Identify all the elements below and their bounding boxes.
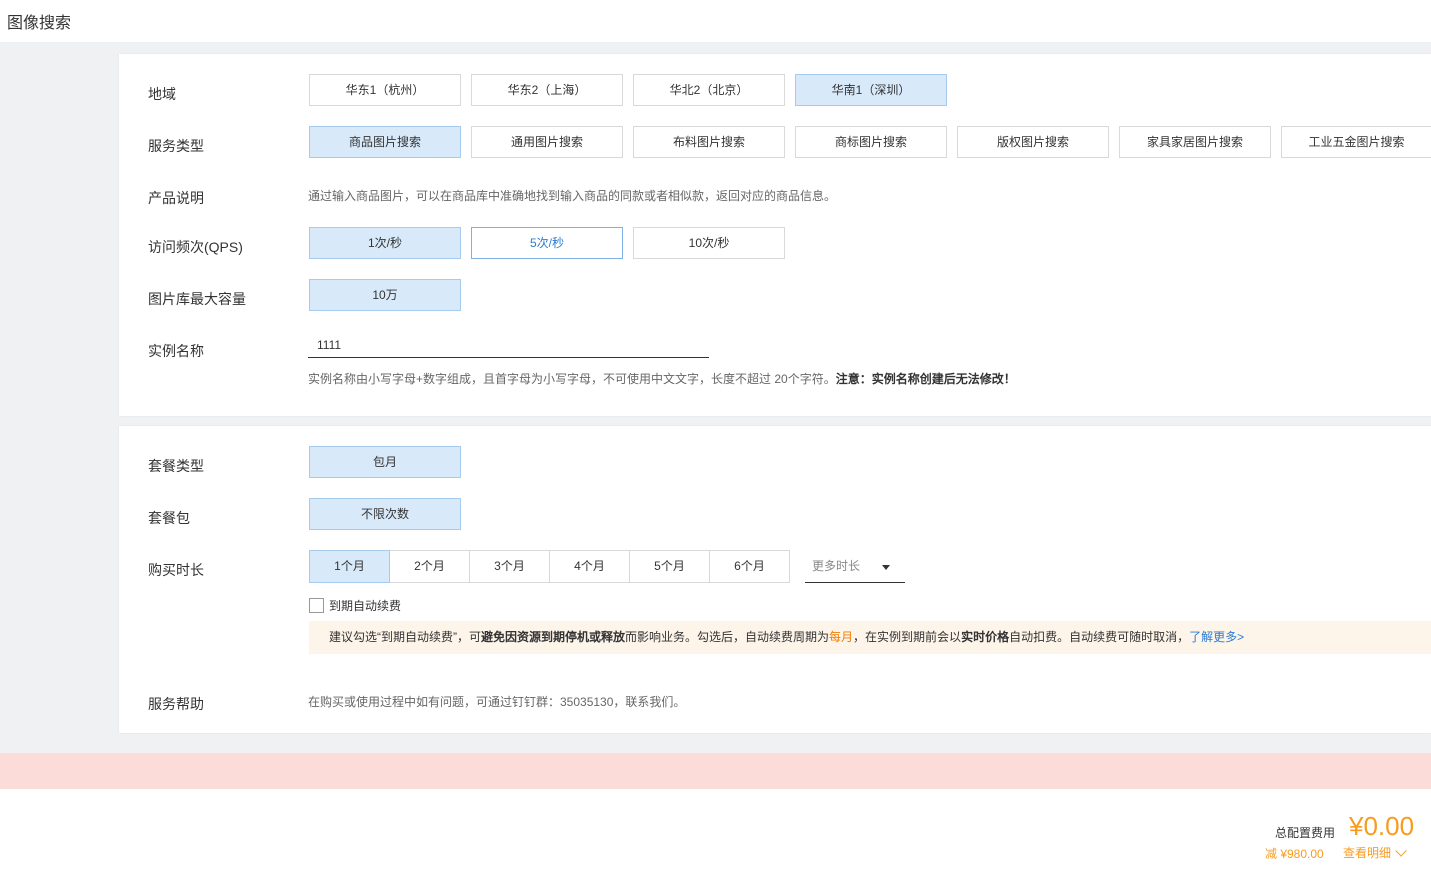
help-text: 在购买或使用过程中如有问题，可通过钉钉群：35035130，联系我们。 (308, 695, 686, 709)
more-duration-placeholder: 更多时长 (812, 559, 861, 573)
top-bar: 图像搜索 (0, 0, 1431, 42)
auto-renew-notice: 建议勾选“到期自动续费”，可避免因资源到期停机或释放而影响业务。勾选后，自动续费… (309, 621, 1431, 654)
duration-option-2m[interactable]: 2个月 (389, 550, 470, 583)
package-option-unlimited[interactable]: 不限次数 (309, 498, 461, 530)
capacity-label: 图片库最大容量 (148, 291, 246, 307)
price-footer: 总配置费用 ¥0.00 减 ¥980.00 查看明细 (0, 789, 1431, 872)
auto-renew-row[interactable]: 到期自动续费 (309, 597, 401, 614)
instance-name-hint-warning: 注意：实例名称创建后无法修改！ (835, 372, 1016, 386)
region-label: 地域 (148, 86, 176, 102)
notice-bold-2: 实时价格 (961, 630, 1010, 644)
duration-option-6m[interactable]: 6个月 (709, 550, 790, 583)
help-label: 服务帮助 (148, 696, 204, 712)
notice-text-1: 建议勾选“到期自动续费”，可 (329, 630, 481, 644)
notice-period: 每月 (829, 630, 854, 644)
view-details-label: 查看明细 (1343, 846, 1392, 860)
notice-text-4: 自动扣费。自动续费可随时取消， (1009, 630, 1190, 644)
product-desc-text: 通过输入商品图片，可以在商品库中准确地找到输入商品的同款或者相似款，返回对应的商… (308, 189, 837, 203)
duration-option-3m[interactable]: 3个月 (469, 550, 550, 583)
service-option-general[interactable]: 通用图片搜索 (471, 126, 623, 158)
region-option-shanghai[interactable]: 华东2（上海） (471, 74, 623, 106)
qps-option-10[interactable]: 10次/秒 (633, 227, 785, 259)
chevron-down-icon (1395, 844, 1407, 857)
auto-renew-label: 到期自动续费 (329, 599, 402, 613)
region-option-hangzhou[interactable]: 华东1（杭州） (309, 74, 461, 106)
notice-text-3: ，在实例到期前会以 (853, 630, 962, 644)
duration-options: 1个月 2个月 3个月 4个月 5个月 6个月 (309, 550, 790, 583)
view-details-link[interactable]: 查看明细 (1343, 844, 1407, 861)
service-option-hardware[interactable]: 工业五金图片搜索 (1281, 126, 1431, 158)
qps-option-5[interactable]: 5次/秒 (471, 227, 623, 259)
service-type-label: 服务类型 (148, 138, 204, 154)
notice-text-2: 而影响业务。勾选后，自动续费周期为 (625, 630, 830, 644)
product-desc-label: 产品说明 (148, 190, 204, 206)
duration-label: 购买时长 (148, 562, 204, 578)
package-type-option-monthly[interactable]: 包月 (309, 446, 461, 478)
instance-name-hint: 实例名称由小写字母+数字组成，且首字母为小写字母，不可使用中文文字，长度不超过 … (308, 370, 1016, 387)
service-option-furniture[interactable]: 家具家居图片搜索 (1119, 126, 1271, 158)
caret-down-icon (882, 565, 890, 570)
discount-amount: 减 ¥980.00 (1265, 847, 1324, 861)
page-title: 图像搜索 (7, 15, 72, 32)
qps-label: 访问频次(QPS) (148, 239, 243, 255)
duration-option-4m[interactable]: 4个月 (549, 550, 630, 583)
status-bar (0, 753, 1431, 789)
region-option-shenzhen[interactable]: 华南1（深圳） (795, 74, 947, 106)
service-option-copyright[interactable]: 版权图片搜索 (957, 126, 1109, 158)
instance-name-label: 实例名称 (148, 343, 204, 359)
instance-name-hint-text: 实例名称由小写字母+数字组成，且首字母为小写字母，不可使用中文文字，长度不超过 … (308, 372, 836, 386)
package-type-label: 套餐类型 (148, 458, 204, 474)
total-cost-value: ¥0.00 (1349, 811, 1415, 841)
duration-option-5m[interactable]: 5个月 (629, 550, 710, 583)
duration-option-1m[interactable]: 1个月 (309, 550, 390, 583)
package-label: 套餐包 (148, 510, 190, 526)
learn-more-link[interactable]: 了解更多> (1189, 630, 1244, 644)
service-option-trademark[interactable]: 商标图片搜索 (795, 126, 947, 158)
notice-bold-1: 避免因资源到期停机或释放 (481, 630, 626, 644)
service-option-product[interactable]: 商品图片搜索 (309, 126, 461, 158)
instance-name-input[interactable] (308, 332, 709, 358)
capacity-option-100k[interactable]: 10万 (309, 279, 461, 311)
qps-option-1[interactable]: 1次/秒 (309, 227, 461, 259)
total-cost-label: 总配置费用 (1275, 826, 1336, 840)
service-option-fabric[interactable]: 布料图片搜索 (633, 126, 785, 158)
region-option-beijing[interactable]: 华北2（北京） (633, 74, 785, 106)
auto-renew-checkbox[interactable] (309, 598, 324, 613)
more-duration-select[interactable]: 更多时长 (805, 550, 905, 583)
